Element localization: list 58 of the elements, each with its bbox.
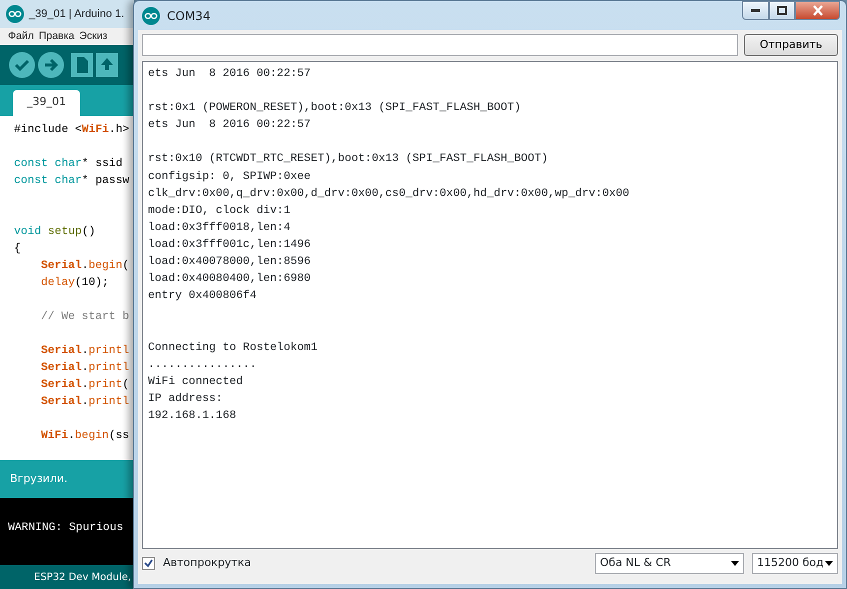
code-line: Serial.printl — [41, 345, 130, 357]
code-line: const char* ssid — [14, 158, 122, 170]
close-icon — [812, 5, 824, 16]
output-line: mode:DIO, clock div:1 — [148, 204, 290, 217]
window-title: COM34 — [167, 8, 210, 24]
output-line: rst:0x10 (RTCWDT_RTC_RESET),boot:0x13 (SPI_FAST_FLASH_BOOT) — [148, 153, 548, 166]
output-line: IP address: — [148, 392, 223, 405]
code-line: Serial.begin( — [41, 260, 130, 272]
app-logo-icon — [6, 5, 24, 23]
output-line: Connecting to Rostelokom1 — [148, 342, 318, 354]
app-logo-icon — [142, 6, 160, 24]
send-field[interactable] — [142, 34, 738, 56]
output-line: load:0x3fff0018,len:4 — [148, 222, 290, 234]
code-line: { — [14, 243, 21, 255]
code-line: // We start b — [41, 311, 130, 323]
console-line: WARNING: Spurious — [8, 522, 124, 534]
code-line: #include <WiFi.h> — [14, 124, 130, 136]
output-line: rst:0x1 (POWERON_RESET),boot:0x13 (SPI_FAST_FLASH_BOOT) — [148, 102, 521, 114]
minimize-icon — [751, 9, 760, 12]
menu-item[interactable]: Эскиз — [79, 28, 108, 44]
file-tab[interactable]: _39_01 — [13, 90, 80, 116]
output-line: ................ — [148, 358, 256, 371]
close-button[interactable] — [795, 1, 840, 20]
caret-icon — [825, 560, 833, 566]
window-title: _39_01 | Arduino 1. — [29, 6, 124, 22]
output-line: configsip: 0, SPIWP:0xee — [148, 170, 311, 183]
caret-icon — [731, 560, 739, 566]
autoscroll-label: Автопрокрутка — [163, 554, 251, 571]
output-line: ets Jun 8 2016 00:22:57 — [148, 68, 311, 80]
code-line: const char* passw — [14, 175, 130, 187]
output-line: WiFi connected — [148, 376, 243, 388]
menu-item[interactable]: Файл — [8, 28, 34, 44]
board-label: ESP32 Dev Module, — [34, 570, 132, 584]
code-line: void setup() — [14, 226, 96, 238]
output-line: load:0x40080400,len:6980 — [148, 273, 311, 286]
maximize-button[interactable] — [769, 1, 795, 20]
output-line: load:0x3fff001c,len:1496 — [148, 238, 311, 251]
baud-rate-dropdown[interactable]: 115200 бод — [752, 552, 838, 574]
code-line: delay(10); — [41, 277, 109, 289]
code-line: Serial.printl — [41, 362, 130, 374]
output-line: ets Jun 8 2016 00:22:57 — [148, 119, 311, 132]
checkmark-icon — [144, 558, 153, 568]
code-line: Serial.printl — [41, 396, 130, 408]
output-line: entry 0x400806f4 — [148, 290, 256, 302]
send-button[interactable]: Отправить — [744, 34, 838, 56]
output-line: load:0x40078000,len:8596 — [148, 256, 311, 268]
status-message: Вгрузили. — [10, 470, 68, 487]
maximize-icon — [777, 6, 787, 15]
code-line: WiFi.begin(ss — [41, 430, 130, 442]
output-line: 192.168.1.168 — [148, 410, 236, 422]
autoscroll-checkbox[interactable] — [142, 556, 155, 570]
line-ending-dropdown[interactable]: Оба NL & CR — [595, 552, 744, 574]
verify-icon[interactable] — [9, 52, 35, 78]
code-line: Serial.print( — [41, 379, 130, 391]
minimize-button[interactable] — [742, 1, 769, 20]
menu-item[interactable]: Правка — [38, 28, 74, 44]
new-file-icon[interactable] — [71, 53, 93, 77]
output-line: clk_drv:0x00,q_drv:0x00,d_drv:0x00,cs0_drv:0x00,hd_drv:0x00,wp_drv:0x00 — [148, 188, 630, 200]
